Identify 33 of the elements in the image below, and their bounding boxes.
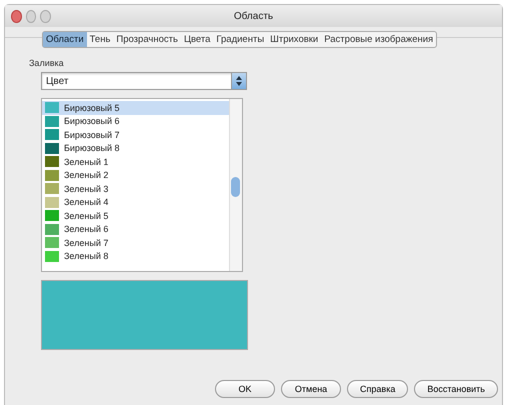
dialog-button[interactable]: Восстановить <box>414 380 498 398</box>
color-list-item[interactable]: Зеленый 5 <box>42 209 229 222</box>
color-list-item[interactable]: Зеленый 4 <box>42 196 229 209</box>
dialog-button[interactable]: Справка <box>347 380 408 398</box>
zoom-button[interactable] <box>40 10 52 22</box>
color-list-item[interactable]: Бирюзовый 8 <box>42 142 229 155</box>
scrollbar[interactable] <box>229 99 242 271</box>
color-list-item[interactable]: Зеленый 6 <box>42 222 229 236</box>
tab[interactable]: Штриховки <box>267 32 322 47</box>
color-list-item[interactable]: Зеленый 7 <box>42 236 229 250</box>
window-title: Область <box>232 10 274 22</box>
color-list-item[interactable]: Бирюзовый 5 <box>42 101 229 114</box>
fill-type-dropdown[interactable]: Цвет <box>41 72 247 90</box>
tab[interactable]: Тень <box>86 32 114 47</box>
color-list-item[interactable]: Зеленый 2 <box>42 168 229 182</box>
minimize-button[interactable] <box>26 10 36 22</box>
tab[interactable]: Области <box>43 32 87 47</box>
dropdown-arrows-icon <box>231 73 246 89</box>
color-list[interactable]: Бирюзовый 5 Бирюзовый 6 Бирюзовый 7 Бирюзовый 8 Зеленый 1 Зеленый 2 Зеленый 3 Зеленый 4 Зеленый 5 Зеленый 6 Зеленый 7 Зеленый 8 <box>41 98 243 272</box>
dialog-button[interactable]: Отмена <box>281 380 342 398</box>
color-list-item[interactable]: Зеленый 3 <box>42 182 229 196</box>
color-list-item[interactable]: Зеленый 8 <box>42 250 229 263</box>
color-list-item[interactable]: Бирюзовый 6 <box>42 114 229 128</box>
tab[interactable]: Градиенты <box>213 32 268 47</box>
tab[interactable]: Цвета <box>180 32 214 47</box>
scroll-thumb[interactable] <box>231 177 240 197</box>
section-label: Заливка <box>29 58 65 68</box>
dialog-button[interactable]: OK <box>215 380 276 398</box>
tab[interactable]: Растровые изображения <box>321 32 436 47</box>
close-button[interactable] <box>11 10 22 22</box>
tab[interactable]: Прозрачность <box>113 32 181 47</box>
color-list-item[interactable]: Бирюзовый 7 <box>42 128 229 142</box>
color-list-item[interactable]: Зеленый 1 <box>42 155 229 168</box>
